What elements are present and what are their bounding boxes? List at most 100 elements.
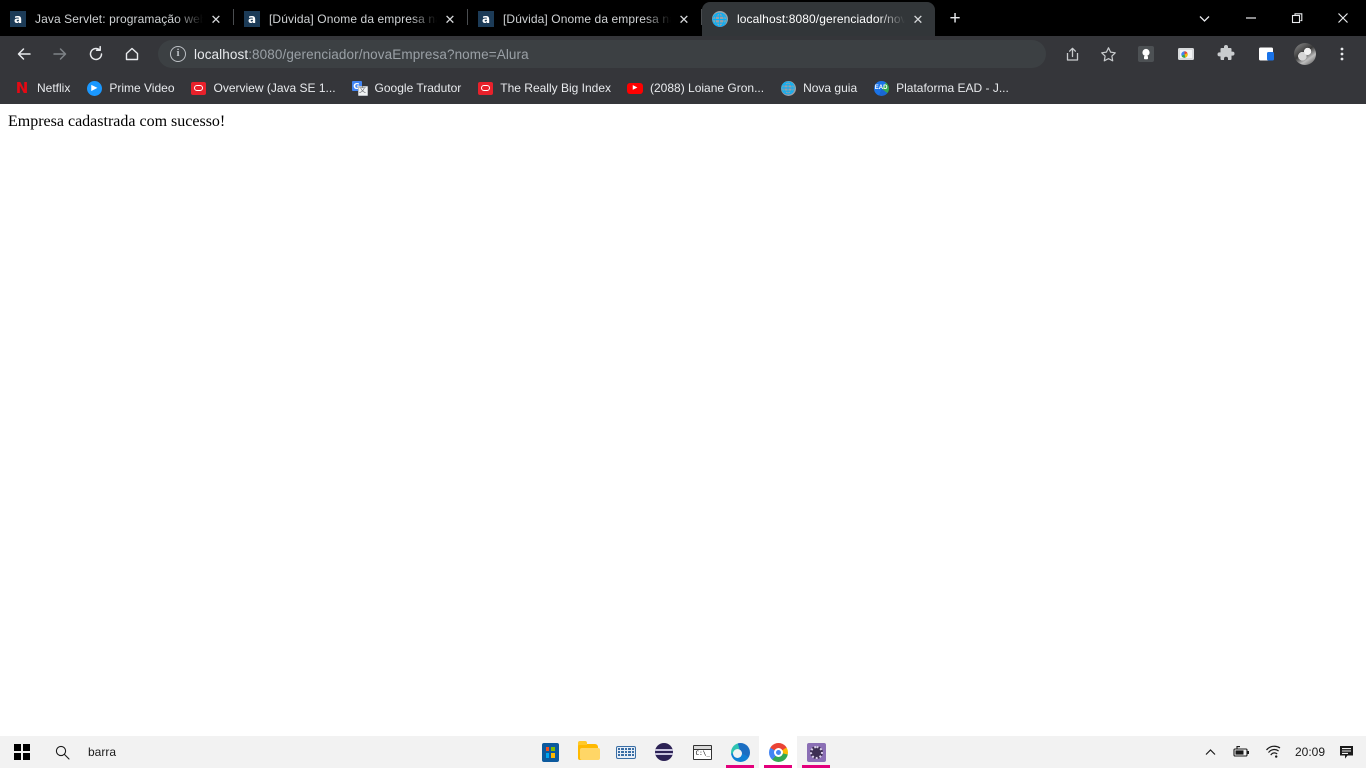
taskbar-app-list: C:\_ (531, 736, 835, 768)
maximize-restore-button[interactable] (1274, 0, 1320, 36)
site-info-icon[interactable]: i (170, 46, 186, 62)
bookmark-label: Overview (Java SE 1... (213, 81, 336, 95)
taskbar-app-on-screen-keyboard[interactable] (607, 736, 645, 768)
start-button[interactable] (0, 736, 44, 768)
bookmark-loiane-groner[interactable]: ▶ (2088) Loiane Gron... (619, 76, 772, 100)
taskbar-app-microsoft-edge[interactable] (721, 736, 759, 768)
tab-list: a Java Servlet: programação web Ja ✕ a [… (0, 0, 969, 36)
chrome-browser-window: a Java Servlet: programação web Ja ✕ a [… (0, 0, 1366, 736)
bookmark-star-icon[interactable] (1094, 40, 1122, 68)
taskbar-app-eclipse[interactable] (645, 736, 683, 768)
taskbar-search-text: barra (88, 745, 117, 759)
tray-overflow-chevron-up-icon[interactable] (1197, 736, 1224, 768)
microsoft-edge-icon (730, 742, 750, 762)
browser-toolbar: i localhost:8080/gerenciador/novaEmpresa… (0, 36, 1366, 72)
window-controls (1180, 0, 1366, 36)
bookmark-label: The Really Big Index (500, 81, 611, 95)
file-explorer-icon (578, 741, 600, 760)
oracle-icon (191, 80, 207, 96)
windows-taskbar: barra C:\_ 20:09 (0, 736, 1366, 768)
microsoft-store-icon (541, 742, 559, 762)
url-text: localhost:8080/gerenciador/novaEmpresa?n… (194, 47, 529, 62)
system-tray: 20:09 (1197, 736, 1366, 768)
tab-search-chevron-down-icon[interactable] (1180, 0, 1228, 36)
windows-logo-icon (14, 744, 30, 760)
puzzle-extensions-icon[interactable] (1217, 45, 1235, 63)
bookmark-label: Google Tradutor (374, 81, 462, 95)
toolbar-right-actions (1054, 40, 1360, 68)
tab-close-icon[interactable]: ✕ (909, 10, 927, 28)
gear-icon (806, 742, 826, 762)
back-arrow-icon[interactable] (10, 40, 38, 68)
search-icon (50, 740, 74, 764)
youtube-icon: ▶ (627, 80, 643, 96)
profile-avatar[interactable] (1294, 43, 1316, 65)
netflix-icon: N (15, 78, 29, 97)
oracle-icon (477, 80, 493, 96)
taskbar-app-microsoft-store[interactable] (531, 736, 569, 768)
alura-icon: a (244, 11, 260, 27)
page-viewport: Empresa cadastrada com sucesso! (0, 104, 1366, 736)
url-host: localhost (194, 46, 249, 62)
command-prompt-icon: C:\_ (692, 744, 712, 760)
alura-icon: a (478, 11, 494, 27)
bookmark-overview-java-se[interactable]: Overview (Java SE 1... (183, 76, 344, 100)
tab-title: localhost:8080/gerenciador/nova (737, 12, 905, 26)
share-icon[interactable] (1058, 40, 1086, 68)
on-screen-keyboard-icon (616, 745, 636, 759)
address-bar[interactable]: i localhost:8080/gerenciador/novaEmpresa… (158, 40, 1046, 68)
chrome-webstore-extension-icon[interactable] (1177, 45, 1195, 63)
taskbar-app-command-prompt[interactable]: C:\_ (683, 736, 721, 768)
bookmark-prime-video[interactable]: ▶ Prime Video (78, 76, 182, 100)
bookmark-label: Prime Video (109, 81, 175, 95)
bookmark-label: Nova guia (803, 81, 858, 95)
screen: a Java Servlet: programação web Ja ✕ a [… (0, 0, 1366, 768)
bookmark-label: Netflix (37, 81, 71, 95)
browser-tab-1[interactable]: a Java Servlet: programação web Ja ✕ (0, 2, 233, 36)
home-icon[interactable] (118, 40, 146, 68)
forward-arrow-icon (46, 40, 74, 68)
bookmark-nova-guia[interactable]: 🌐 Nova guia (772, 76, 865, 100)
wifi-icon[interactable] (1258, 736, 1289, 768)
bookmark-netflix[interactable]: N Netflix (6, 76, 78, 100)
browser-tab-3[interactable]: a [Dúvida] Onome da empresa não ✕ (468, 2, 701, 36)
bookmark-plataforma-ead[interactable]: EAD Plataforma EAD - J... (865, 76, 1017, 100)
bookmark-really-big-index[interactable]: The Really Big Index (469, 76, 619, 100)
page-body-text: Empresa cadastrada com sucesso! (8, 113, 226, 130)
tab-strip: a Java Servlet: programação web Ja ✕ a [… (0, 0, 1366, 36)
browser-tab-2[interactable]: a [Dúvida] Onome da empresa não ✕ (234, 2, 467, 36)
taskbar-clock[interactable]: 20:09 (1289, 745, 1331, 759)
prime-video-icon: ▶ (86, 80, 102, 96)
tab-close-icon[interactable]: ✕ (675, 10, 693, 28)
alura-icon: a (10, 11, 26, 27)
globe-icon: 🌐 (711, 11, 729, 27)
browser-tab-4-active[interactable]: 🌐 localhost:8080/gerenciador/nova ✕ (702, 2, 935, 36)
ead-icon: EAD (873, 80, 889, 96)
tab-close-icon[interactable]: ✕ (207, 10, 225, 28)
taskbar-search-box[interactable]: barra (44, 736, 294, 768)
tab-close-icon[interactable]: ✕ (441, 10, 459, 28)
bookmarks-bar: N Netflix ▶ Prime Video Overview (Java S… (0, 72, 1366, 104)
battery-icon[interactable] (1224, 736, 1258, 768)
notifications-icon[interactable] (1331, 736, 1362, 768)
bookmark-label: (2088) Loiane Gron... (650, 81, 765, 95)
new-tab-button[interactable]: + (941, 4, 969, 32)
bookmark-google-tradutor[interactable]: G文 Google Tradutor (344, 76, 470, 100)
bookmark-label: Plataforma EAD - J... (896, 81, 1009, 95)
eclipse-icon (655, 743, 673, 761)
taskbar-app-file-explorer[interactable] (569, 736, 607, 768)
chrome-menu-icon[interactable] (1328, 40, 1356, 68)
taskbar-app-google-chrome[interactable] (759, 736, 797, 768)
url-path: :8080/gerenciador/novaEmpresa?nome=Alura (248, 46, 529, 62)
reload-icon[interactable] (82, 40, 110, 68)
globe-icon: 🌐 (780, 80, 796, 96)
side-panel-icon[interactable] (1257, 45, 1275, 63)
taskbar-app-settings[interactable] (797, 736, 835, 768)
lightbulb-extension-icon[interactable] (1137, 45, 1155, 63)
tab-title: [Dúvida] Onome da empresa não (503, 12, 671, 26)
tab-title: Java Servlet: programação web Ja (35, 12, 203, 26)
google-translate-icon: G文 (351, 81, 368, 96)
minimize-button[interactable] (1228, 0, 1274, 36)
close-window-button[interactable] (1320, 0, 1366, 36)
tab-title: [Dúvida] Onome da empresa não (269, 12, 437, 26)
